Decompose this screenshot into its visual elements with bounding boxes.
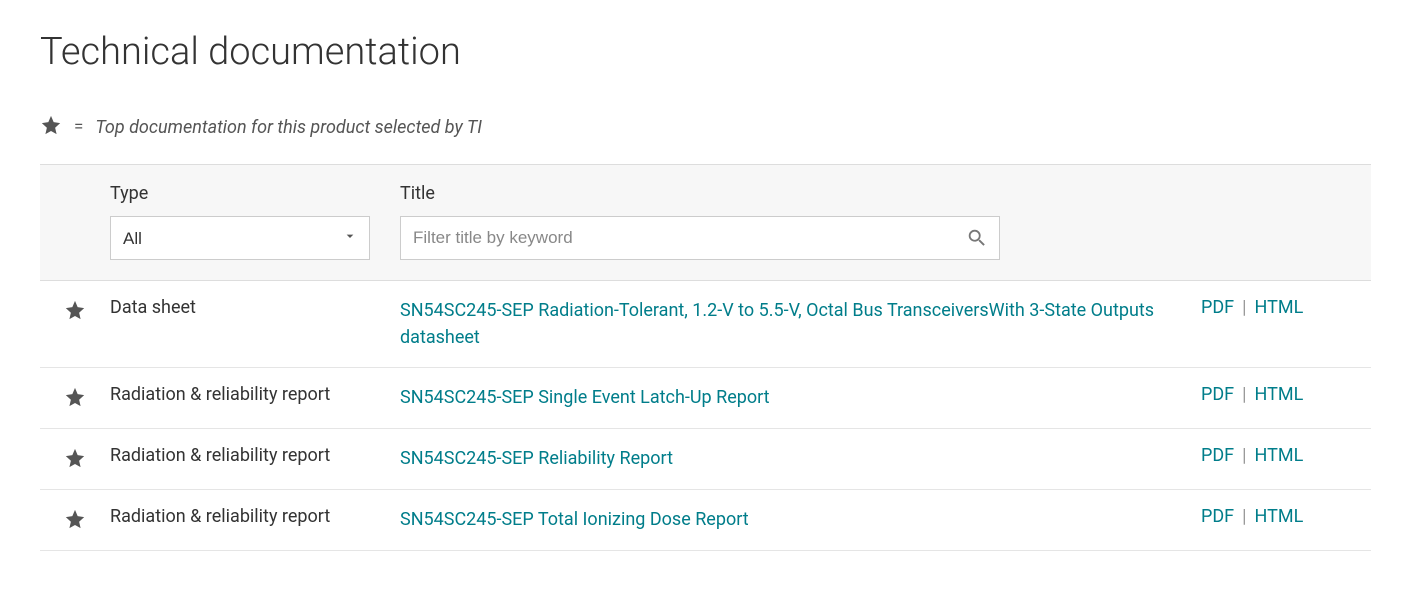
doc-title-link[interactable]: SN54SC245-SEP Reliability Report bbox=[400, 448, 673, 469]
link-separator: | bbox=[1242, 297, 1246, 318]
page-title: Technical documentation bbox=[40, 30, 1371, 74]
html-link[interactable]: HTML bbox=[1255, 445, 1304, 466]
doc-type: Data sheet bbox=[110, 297, 196, 318]
table-row: Radiation & reliability report SN54SC245-… bbox=[40, 490, 1371, 551]
table-body: Data sheet SN54SC245-SEP Radiation-Tolera… bbox=[40, 281, 1371, 551]
doc-title-link[interactable]: SN54SC245-SEP Radiation-Tolerant, 1.2-V … bbox=[400, 300, 1154, 348]
doc-type: Radiation & reliability report bbox=[110, 506, 330, 527]
doc-title-link[interactable]: SN54SC245-SEP Single Event Latch-Up Repo… bbox=[400, 387, 770, 408]
legend-equals: = bbox=[74, 117, 83, 137]
table-row: Radiation & reliability report SN54SC245-… bbox=[40, 368, 1371, 429]
star-icon bbox=[64, 447, 86, 473]
html-link[interactable]: HTML bbox=[1255, 384, 1304, 405]
legend: = Top documentation for this product sel… bbox=[40, 114, 1371, 140]
legend-description: Top documentation for this product selec… bbox=[95, 117, 482, 138]
doc-title-link[interactable]: SN54SC245-SEP Total Ionizing Dose Report bbox=[400, 509, 749, 530]
link-separator: | bbox=[1242, 506, 1246, 527]
star-icon bbox=[64, 386, 86, 412]
table-header: Type All Title bbox=[40, 164, 1371, 281]
pdf-link[interactable]: PDF bbox=[1201, 297, 1234, 318]
doc-type: Radiation & reliability report bbox=[110, 384, 330, 405]
pdf-link[interactable]: PDF bbox=[1201, 445, 1234, 466]
table-row: Radiation & reliability report SN54SC245-… bbox=[40, 429, 1371, 490]
doc-table: Type All Title Data sheet SN54SC245-SEP R… bbox=[40, 164, 1371, 551]
star-icon bbox=[64, 508, 86, 534]
link-separator: | bbox=[1242, 384, 1246, 405]
title-filter-input[interactable] bbox=[400, 216, 1000, 260]
type-header-label: Type bbox=[110, 183, 380, 204]
html-link[interactable]: HTML bbox=[1255, 506, 1304, 527]
type-filter-select[interactable]: All bbox=[110, 216, 370, 260]
doc-type: Radiation & reliability report bbox=[110, 445, 330, 466]
link-separator: | bbox=[1242, 445, 1246, 466]
pdf-link[interactable]: PDF bbox=[1201, 506, 1234, 527]
pdf-link[interactable]: PDF bbox=[1201, 384, 1234, 405]
star-icon bbox=[40, 114, 62, 140]
table-row: Data sheet SN54SC245-SEP Radiation-Tolera… bbox=[40, 281, 1371, 368]
html-link[interactable]: HTML bbox=[1255, 297, 1304, 318]
title-header-label: Title bbox=[400, 183, 1181, 204]
star-icon bbox=[64, 299, 86, 325]
